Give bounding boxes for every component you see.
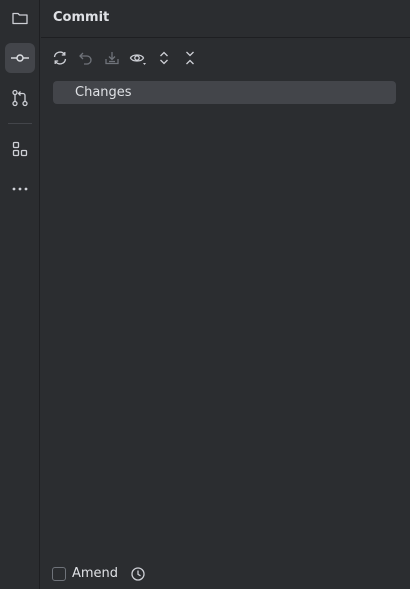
structure-icon xyxy=(11,140,29,158)
commit-icon xyxy=(10,49,30,67)
commit-history-button[interactable] xyxy=(129,565,147,583)
pull-requests-icon xyxy=(11,89,29,107)
refresh-button[interactable] xyxy=(47,46,73,70)
changes-group-label: Changes xyxy=(75,85,132,100)
panel-header: Commit xyxy=(41,0,410,38)
commit-footer: Amend xyxy=(41,562,410,586)
amend-label[interactable]: Amend xyxy=(72,566,118,581)
collapse-all-icon xyxy=(182,50,198,66)
expand-all-icon xyxy=(156,50,172,66)
more-icon xyxy=(11,180,29,198)
refresh-icon xyxy=(52,50,68,66)
view-options-icon xyxy=(129,50,147,66)
strip-separator xyxy=(8,123,32,124)
more-tools-button[interactable] xyxy=(5,174,35,204)
structure-button[interactable] xyxy=(5,134,35,164)
shelve-icon xyxy=(104,50,120,66)
commit-window: Commit Changes Amend xyxy=(0,0,410,589)
pull-requests-button[interactable] xyxy=(5,83,35,113)
tool-window-strip xyxy=(0,0,40,589)
changes-group-row[interactable]: Changes xyxy=(53,81,396,104)
rollback-icon xyxy=(78,50,94,66)
project-folder-button[interactable] xyxy=(5,3,35,33)
shelve-button[interactable] xyxy=(99,46,125,70)
clock-icon xyxy=(130,566,146,582)
rollback-button[interactable] xyxy=(73,46,99,70)
commit-toolbar xyxy=(47,46,203,70)
collapse-all-button[interactable] xyxy=(177,46,203,70)
commit-panel: Commit Changes Amend xyxy=(41,0,410,589)
project-folder-icon xyxy=(11,9,29,27)
amend-checkbox[interactable] xyxy=(52,567,66,581)
commit-tool-button[interactable] xyxy=(5,43,35,73)
panel-title: Commit xyxy=(53,10,110,25)
view-options-button[interactable] xyxy=(125,46,151,70)
expand-all-button[interactable] xyxy=(151,46,177,70)
